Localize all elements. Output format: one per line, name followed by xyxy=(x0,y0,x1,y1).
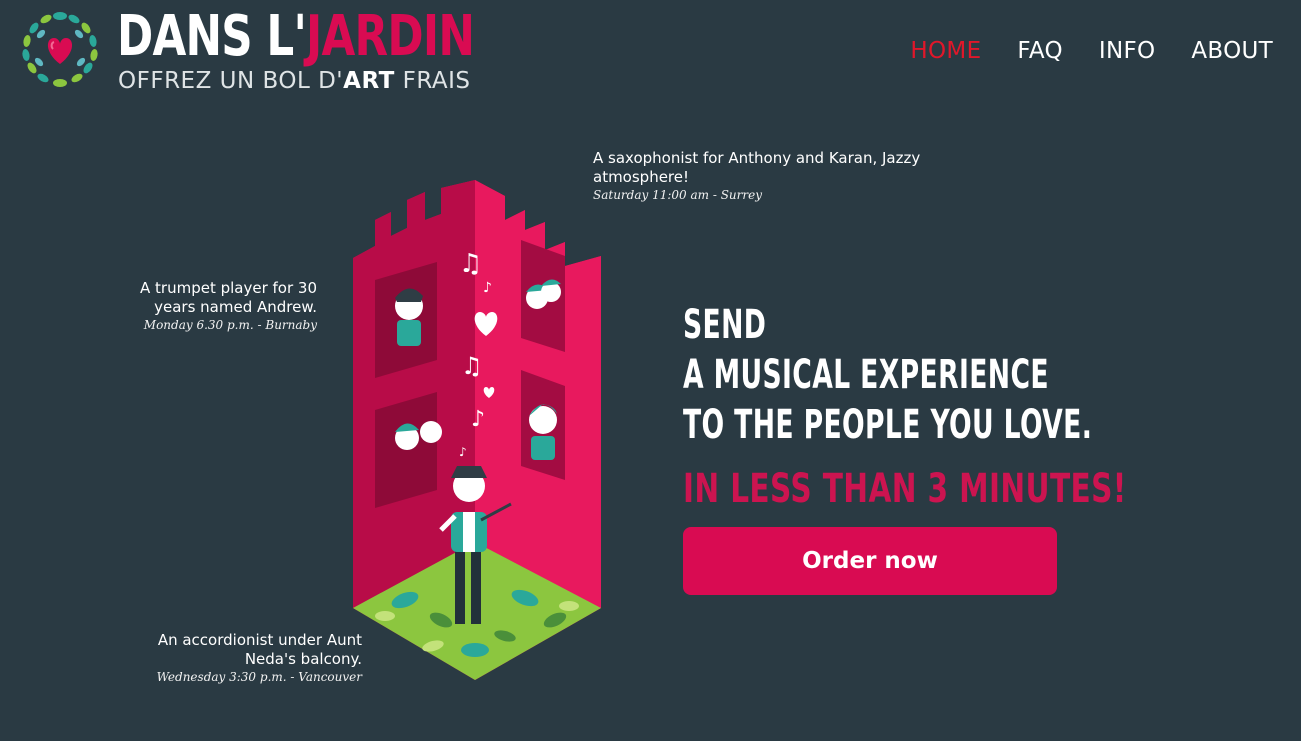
hero-line-1: SEND xyxy=(683,302,767,348)
caption-text: A trumpet player for 30 years named Andr… xyxy=(140,279,317,316)
svg-text:♪: ♪ xyxy=(483,280,492,296)
nav-info[interactable]: INFO xyxy=(1099,38,1156,64)
nav-home[interactable]: HOME xyxy=(910,38,981,64)
caption-text: An accordionist under Aunt Neda's balcon… xyxy=(157,631,362,668)
svg-text:♫: ♫ xyxy=(461,352,483,380)
caption-accordion: An accordionist under Aunt Neda's balcon… xyxy=(118,631,362,685)
caption-saxophonist: A saxophonist for Anthony and Karan, Jaz… xyxy=(593,149,953,203)
logo-title: DANS L'JARDIN xyxy=(117,4,475,69)
heart-wreath-icon xyxy=(22,12,98,87)
svg-text:♪: ♪ xyxy=(471,407,485,432)
logo-tagline: OFFREZ UN BOL D'ART FRAIS xyxy=(118,68,471,94)
nav-about[interactable]: ABOUT xyxy=(1191,38,1273,64)
caption-trumpet: A trumpet player for 30 years named Andr… xyxy=(110,279,317,333)
site-logo[interactable]: DANS L'JARDIN OFFREZ UN BOL D'ART FRAIS xyxy=(14,4,475,94)
nav-faq[interactable]: FAQ xyxy=(1017,38,1062,64)
hero-headline: SEND A MUSICAL EXPERIENCE TO THE PEOPLE … xyxy=(683,300,1127,514)
svg-text:♪: ♪ xyxy=(459,445,467,459)
svg-text:♫: ♫ xyxy=(459,249,482,279)
building-musician-illustration: ♫ ♪ ♫ ♪ ♪ xyxy=(353,180,601,680)
caption-text: A saxophonist for Anthony and Karan, Jaz… xyxy=(593,149,921,186)
hero-line-3: TO THE PEOPLE YOU LOVE. xyxy=(683,402,1093,448)
hero-line-2: A MUSICAL EXPERIENCE xyxy=(683,352,1049,398)
order-now-button[interactable]: Order now xyxy=(683,527,1057,595)
caption-meta: Saturday 11:00 am - Surrey xyxy=(593,188,763,202)
main-nav: HOME FAQ INFO ABOUT xyxy=(910,38,1273,64)
caption-meta: Wednesday 3:30 p.m. - Vancouver xyxy=(156,670,362,684)
caption-meta: Monday 6.30 p.m. - Burnaby xyxy=(143,318,317,332)
hero-accent: IN LESS THAN 3 MINUTES! xyxy=(683,466,1127,512)
